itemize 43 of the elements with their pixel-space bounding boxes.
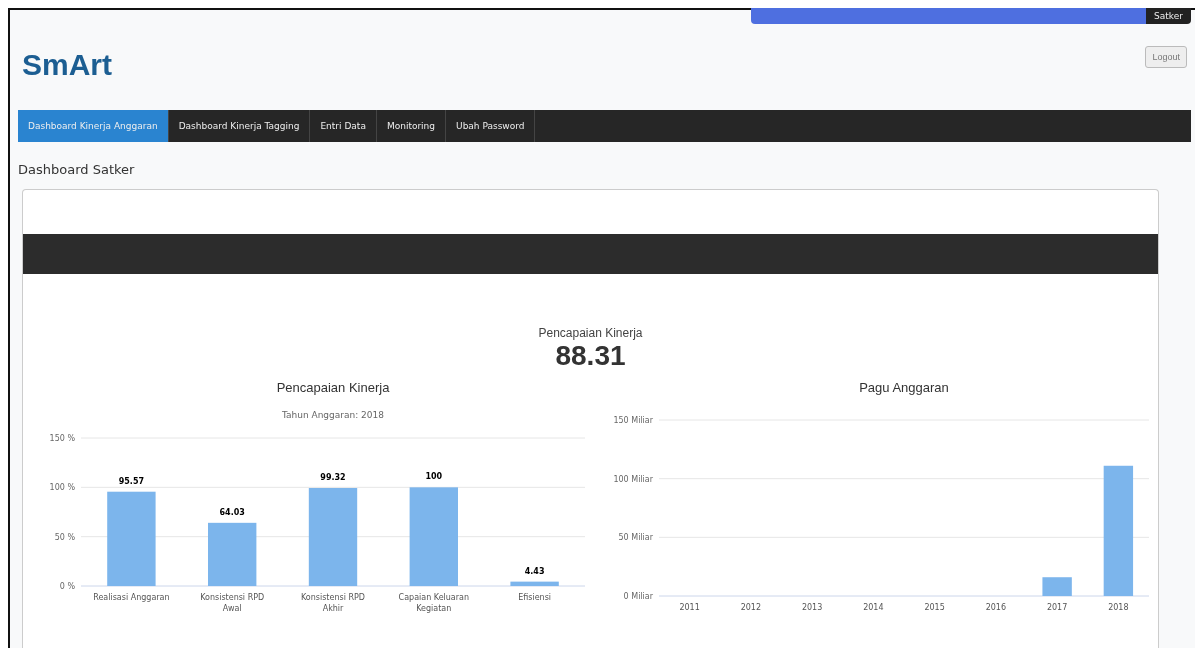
category-label: 2015 (924, 603, 945, 612)
value-label: 4.43 (524, 566, 545, 576)
category-label: Konsistensi RPD Awal (200, 593, 265, 613)
category-label: 2012 (740, 603, 762, 612)
category-label: 2017 (1046, 603, 1068, 612)
value-label: 100 (425, 472, 443, 482)
page-title: Dashboard Satker (18, 162, 136, 177)
logout-button[interactable]: Logout (1145, 46, 1187, 68)
summary-value: 88.31 (555, 340, 626, 372)
nav-tab[interactable]: Dashboard Kinerja Tagging (168, 110, 311, 142)
axis-label: 50 Miliar (618, 533, 653, 543)
category-label: Realisasi Anggaran (93, 593, 170, 602)
axis-label: 100 % (49, 483, 75, 493)
nav-tab[interactable]: Entri Data (310, 110, 377, 142)
bar (208, 522, 257, 586)
category-label: Efisiensi (518, 593, 552, 602)
category-label: 2018 (1108, 603, 1129, 612)
axis-label: 100 Miliar (613, 474, 653, 484)
axis-label: 50 % (54, 532, 75, 542)
nav-tab[interactable]: Ubah Password (446, 110, 536, 142)
category-label: 2011 (679, 603, 700, 612)
chart-title: Pagu Anggaran (859, 380, 949, 395)
value-label: 95.57 (118, 476, 145, 486)
category-label: 2016 (985, 603, 1007, 612)
nav-tab[interactable]: Monitoring (376, 110, 447, 142)
category-label: 2014 (863, 603, 884, 612)
value-label: 99.32 (320, 473, 346, 482)
axis-label: 0 Miliar (623, 592, 653, 601)
summary-label: Pencapaian Kinerja (538, 326, 643, 340)
axis-label: 0 % (59, 582, 75, 591)
user-role: Satker (1146, 8, 1191, 24)
category-label: Capaian Keluaran Kegiatan (398, 593, 469, 613)
chart-subtitle: Tahun Anggaran: 2018 (282, 410, 384, 420)
axis-label: 150 % (49, 434, 75, 443)
axis-label: 150 Miliar (613, 416, 653, 425)
logo: SmArt (22, 48, 112, 82)
nav-tab[interactable]: Dashboard Kinerja Anggaran (18, 110, 169, 142)
bar (1042, 577, 1072, 596)
category-label: Konsistensi RPD Akhir (301, 593, 365, 613)
chart-title: Pencapaian Kinerja (276, 380, 390, 395)
value-label: 64.03 (219, 507, 245, 517)
bar (510, 581, 559, 586)
category-label: 2013 (801, 603, 823, 612)
